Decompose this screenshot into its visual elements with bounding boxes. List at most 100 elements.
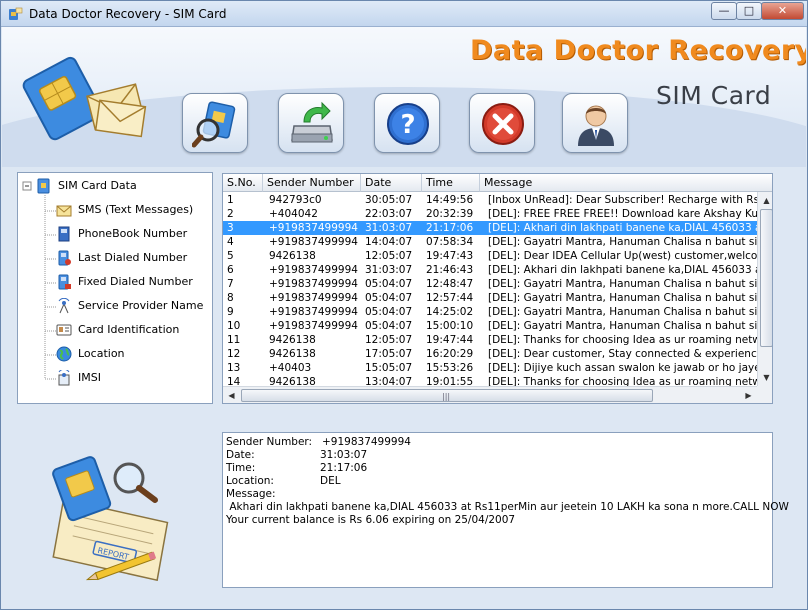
cell-message: [DEL]: Dijiye kuch assan swalon ke jawab… [488,362,757,374]
scroll-up-arrow[interactable]: ▲ [758,192,772,209]
message-text-line-2: Your current balance is Rs 6.06 expiring… [226,514,516,526]
exit-button[interactable] [469,93,535,153]
message-details: Sender Number: +919837499994 Date: 31:03… [222,432,789,588]
sender-label: Sender Number: [226,436,313,448]
about-button[interactable] [562,93,628,153]
window-title: Data Doctor Recovery - SIM Card [29,7,227,21]
cell-date: 05:04:07 [365,292,413,304]
globe-icon [56,346,72,362]
cell-sno: 4 [227,236,234,248]
message-text-line-1: Akhari din lakhpati banene ka,DIAL 45603… [226,501,789,513]
table-row[interactable]: 11 9426138 12:05:07 19:47:44 [DEL]: Thanks f… [223,333,757,347]
cell-sender: +919837499994 [269,306,358,318]
detail-time-row: Time: 21:17:06 [226,462,367,474]
table-row[interactable]: 12 9426138 17:05:07 16:20:29 [DEL]: Dear cus… [223,347,757,361]
table-row[interactable]: 8 +919837499994 05:04:07 12:57:44 [DEL]: Gay… [223,291,757,305]
cell-sender: +40403 [269,362,312,374]
save-drive-icon [291,101,333,143]
cell-sender: +404042 [269,208,318,220]
svg-text:?: ? [400,110,415,140]
table-row[interactable]: 5 9426138 12:05:07 19:47:43 [DEL]: Dear IDEA… [223,249,757,263]
tree-item-label: Service Provider Name [78,299,204,312]
cell-message: [Inbox UnRead]: Dear Subscriber! Recharg… [488,194,757,206]
message-list: S.No. Sender Number Date Time Message 19… [222,173,773,404]
antenna-icon [58,298,70,314]
table-row[interactable]: 13 +40403 15:05:07 15:53:26 [DEL]: Dijiye ku… [223,361,757,375]
horizontal-scrollbar[interactable]: ◀ ||| ▶ [223,386,757,403]
detail-date-row: Date: 31:03:07 [226,449,367,461]
cell-date: 14:04:07 [365,236,413,248]
cell-message: [DEL]: Thanks for choosing Idea as ur ro… [488,334,757,346]
tree-item-label: SMS (Text Messages) [78,203,194,216]
column-header-sender[interactable]: Sender Number [263,174,361,192]
cell-time: 19:47:43 [426,250,474,262]
table-row[interactable]: 6 +919837499994 31:03:07 21:46:43 [DEL]: Akh… [223,263,757,277]
table-row[interactable]: 14 9426138 13:04:07 19:01:55 [DEL]: Thanks f… [223,375,757,386]
cell-date: 31:03:07 [365,264,413,276]
cell-sender: 9426138 [269,376,316,386]
imsi-icon [58,370,70,386]
cell-sno: 11 [227,334,241,346]
tree-item-label: Last Dialed Number [78,251,188,264]
vertical-scrollbar[interactable]: ▲ ▼ [757,192,772,386]
cell-date: 12:05:07 [365,250,413,262]
table-row[interactable]: 1 942793c0 30:05:07 14:49:56 [Inbox UnRead]:… [223,193,757,207]
sender-value: +919837499994 [322,436,411,448]
cell-time: 15:53:26 [426,362,474,374]
cell-date: 31:03:07 [365,222,413,234]
cell-sender: 9426138 [269,334,316,346]
tree-root-label: SIM Card Data [58,179,137,192]
cell-sender: 9426138 [269,348,316,360]
detail-sender-row: Sender Number: +919837499994 [226,436,411,448]
cell-sno: 8 [227,292,234,304]
cell-message: [DEL]: Gayatri Mantra, Hanuman Chalisa n… [488,306,757,318]
date-label: Date: [226,449,255,461]
table-row[interactable]: 10 +919837499994 05:04:07 15:00:10 [DEL]: Ga… [223,319,757,333]
help-icon: ? [387,103,429,145]
cell-sno: 2 [227,208,234,220]
cell-sno: 3 [227,222,234,234]
cell-message: [DEL]: Gayatri Mantra, Hanuman Chalisa n… [488,320,757,332]
column-header-message[interactable]: Message [480,174,772,192]
cell-sno: 12 [227,348,241,360]
cell-sender: +919837499994 [269,278,358,290]
save-button[interactable] [278,93,344,153]
cell-message: [DEL]: Gayatri Mantra, Hanuman Chalisa n… [488,278,757,290]
cell-sender: +919837499994 [269,320,358,332]
close-button[interactable]: ✕ [761,2,804,20]
scroll-down-arrow[interactable]: ▼ [758,369,772,386]
cell-sender: +919837499994 [269,222,358,234]
vertical-scroll-thumb[interactable] [760,209,772,347]
title-bar[interactable]: Data Doctor Recovery - SIM Card — □ ✕ [1,1,807,27]
column-header-date[interactable]: Date [361,174,422,192]
cell-time: 14:25:02 [426,306,474,318]
scroll-corner [757,386,772,403]
cell-sno: 7 [227,278,234,290]
cell-sno: 13 [227,362,241,374]
table-row[interactable]: 2 +404042 22:03:07 20:32:39 [DEL]: FREE FREE… [223,207,757,221]
cell-message: [DEL]: Akhari din lakhpati banene ka,DIA… [488,264,757,276]
last-dialed-icon [58,250,71,266]
cell-sender: +919837499994 [269,236,358,248]
table-row[interactable]: 3 +919837499994 31:03:07 21:17:06 [DEL]: Akh… [223,221,757,235]
search-sim-button[interactable] [182,93,248,153]
column-header-time[interactable]: Time [422,174,480,192]
date-value: 31:03:07 [320,449,368,461]
brand-title: Data Doctor Recovery [470,35,806,66]
scroll-right-arrow[interactable]: ▶ [740,387,757,403]
table-row[interactable]: 4 +919837499994 14:04:07 07:58:34 [DEL]: Gay… [223,235,757,249]
help-button[interactable]: ? [374,93,440,153]
cell-sno: 9 [227,306,234,318]
column-header-sno[interactable]: S.No. [223,174,263,192]
horizontal-scroll-thumb[interactable]: ||| [241,389,653,402]
cell-date: 05:04:07 [365,306,413,318]
scroll-left-arrow[interactable]: ◀ [223,387,240,403]
minimize-button[interactable]: — [711,2,737,20]
table-row[interactable]: 7 +919837499994 05:04:07 12:48:47 [DEL]: Gay… [223,277,757,291]
cell-time: 16:20:29 [426,348,474,360]
table-row[interactable]: 9 +919837499994 05:04:07 14:25:02 [DEL]: Gay… [223,305,757,319]
time-label: Time: [226,462,256,474]
cell-sender: +919837499994 [269,292,358,304]
exit-icon [482,103,524,145]
maximize-button[interactable]: □ [736,2,762,20]
